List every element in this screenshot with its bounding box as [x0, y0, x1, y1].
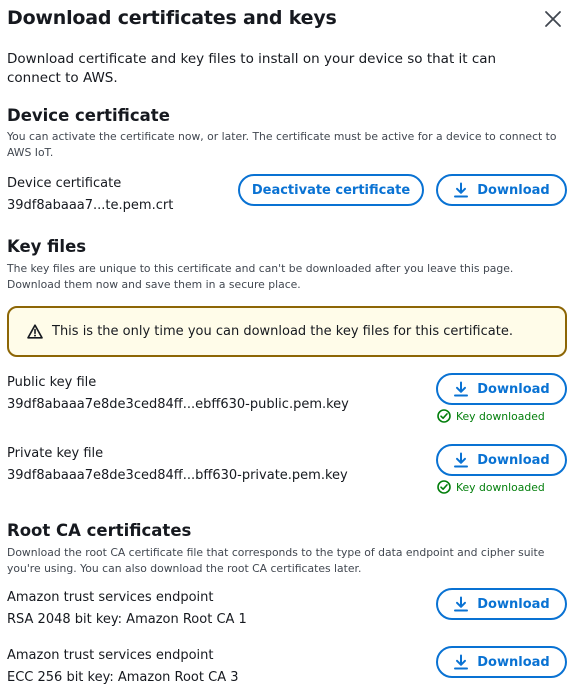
public-key-label: Public key file	[7, 375, 97, 390]
device-certificate-label: Device certificate	[7, 176, 122, 191]
public-key-status-text: Key downloaded	[456, 409, 545, 423]
private-key-status-text: Key downloaded	[456, 480, 545, 494]
download-label: Download	[477, 381, 550, 397]
key-files-heading: Key files	[7, 237, 87, 256]
root-ca-heading: Root CA certificates	[7, 521, 192, 540]
device-certificate-description: You can activate the certificate now, or…	[7, 130, 557, 159]
modal-intro: Download certificate and key files to in…	[7, 51, 497, 86]
download-device-certificate-button[interactable]: Download	[436, 174, 567, 206]
device-certificate-filename: 39df8abaaa7...te.pem.crt	[7, 198, 174, 213]
download-icon	[454, 596, 469, 612]
download-label: Download	[477, 596, 550, 612]
deactivate-certificate-label: Deactivate certificate	[251, 182, 411, 198]
private-key-status: Key downloaded	[437, 480, 545, 494]
check-circle-icon	[437, 480, 451, 494]
close-button[interactable]	[542, 8, 564, 30]
root-ca-1-label: Amazon trust services endpoint	[7, 590, 214, 605]
modal-title: Download certificates and keys	[7, 7, 337, 29]
check-circle-icon	[437, 409, 451, 423]
download-root-ca-3-button[interactable]: Download	[436, 646, 567, 678]
download-icon	[454, 182, 469, 198]
private-key-label: Private key file	[7, 446, 104, 461]
device-certificate-heading: Device certificate	[7, 106, 170, 125]
root-ca-3-value: ECC 256 bit key: Amazon Root CA 3	[7, 670, 239, 684]
close-icon	[545, 11, 561, 27]
download-icon	[454, 654, 469, 670]
download-icon	[454, 381, 469, 397]
deactivate-certificate-button[interactable]: Deactivate certificate	[238, 174, 424, 206]
download-label: Download	[477, 654, 550, 670]
key-files-description: The key files are unique to this certifi…	[7, 262, 514, 291]
download-private-key-button[interactable]: Download	[436, 444, 567, 476]
warning-icon	[27, 324, 43, 339]
download-public-key-button[interactable]: Download	[436, 373, 567, 405]
private-key-filename: 39df8abaaa7e8de3ced84ff...bff630-private…	[7, 468, 348, 483]
key-files-warning-alert: This is the only time you can download t…	[7, 306, 567, 357]
download-root-ca-1-button[interactable]: Download	[436, 588, 567, 620]
public-key-status: Key downloaded	[437, 409, 545, 423]
root-ca-3-label: Amazon trust services endpoint	[7, 648, 214, 663]
download-label: Download	[477, 182, 550, 198]
root-ca-description: Download the root CA certificate file th…	[7, 546, 545, 575]
alert-text: This is the only time you can download t…	[52, 324, 513, 339]
download-label: Download	[477, 452, 550, 468]
public-key-filename: 39df8abaaa7e8de3ced84ff...ebff630-public…	[7, 397, 349, 412]
root-ca-1-value: RSA 2048 bit key: Amazon Root CA 1	[7, 612, 247, 627]
download-icon	[454, 452, 469, 468]
